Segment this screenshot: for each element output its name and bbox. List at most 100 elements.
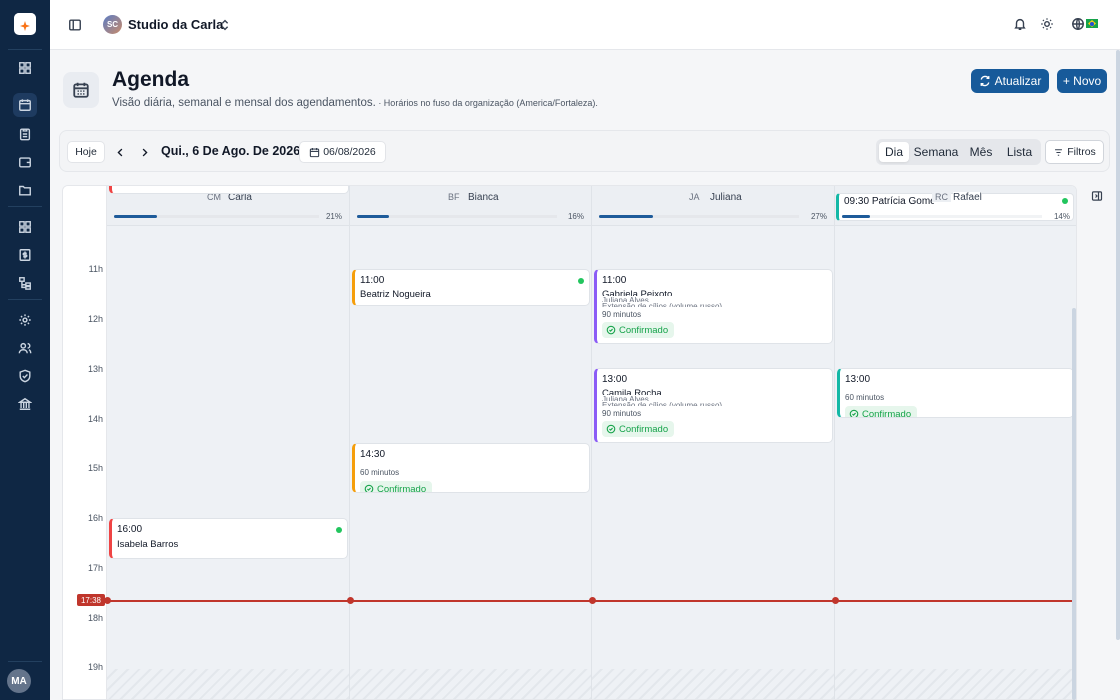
sidebar-item-security[interactable] <box>13 364 37 388</box>
appointment-client: Gabriela Peixoto <box>602 289 673 296</box>
grid-icon <box>19 62 31 74</box>
refresh-icon <box>980 75 990 87</box>
status-label: Confirmado <box>377 483 427 493</box>
status-label: Confirmado <box>862 408 912 418</box>
sidebar-item-finance[interactable] <box>13 243 37 267</box>
occupancy-fill <box>599 215 653 218</box>
hour-label: 18h <box>87 613 103 623</box>
current-time-label: 17:38 <box>77 594 105 606</box>
professional-initials: BF <box>448 192 460 202</box>
current-date: Qui., 6 De Ago. De 2026 <box>161 144 301 158</box>
status-label: Confirmado <box>619 324 669 336</box>
appointment-card[interactable]: 11:00 Gabriela Peixoto Juliana Alves Ext… <box>594 269 833 344</box>
globe-icon[interactable] <box>1068 14 1088 34</box>
chevron-updown-icon[interactable] <box>215 15 235 35</box>
status-badge: Confirmado <box>360 481 433 493</box>
hour-label: 17h <box>87 563 103 573</box>
appointment-card[interactable]: 14:30 60 minutos Confirmado <box>352 443 590 493</box>
column-carla[interactable]: CM Carla 21% 16:00 Isabela Barros <box>107 186 350 699</box>
tab-week[interactable]: Semana <box>912 142 960 162</box>
sidebar-item-wallet[interactable] <box>13 150 37 174</box>
appointment-card[interactable]: 16:00 Isabela Barros <box>109 518 348 559</box>
column-rafael[interactable]: 09:30 Patrícia Gomes RC Rafael 14% 13:00… <box>835 186 1076 699</box>
sidebar-item-hierarchy[interactable] <box>13 271 37 295</box>
day-calendar-grid: 11h 12h 13h 14h 15h 16h 17h 18h 19h CM C… <box>62 185 1077 700</box>
hour-label: 19h <box>87 662 103 672</box>
chevron-left-icon <box>116 148 122 156</box>
tab-day[interactable]: Dia <box>879 142 909 162</box>
user-avatar[interactable]: MA <box>7 669 31 693</box>
filter-icon <box>1055 148 1063 156</box>
check-circle-icon <box>364 484 374 492</box>
occupancy-percent: 14% <box>1053 212 1070 221</box>
status-dot <box>336 527 342 533</box>
occupancy-percent: 27% <box>810 212 827 221</box>
date-input-value: 06/08/2026 <box>323 146 376 158</box>
appointment-time: 14:30 <box>360 449 386 460</box>
sidebar-item-users[interactable] <box>13 336 37 360</box>
off-hours-area <box>592 669 834 699</box>
date-picker-input[interactable]: 06/08/2026 <box>299 141 386 163</box>
appointment-card-partial[interactable] <box>109 186 349 194</box>
sidebar-item-apps[interactable] <box>13 215 37 239</box>
page-subtitle: Visão diária, semanal e mensal dos agend… <box>112 97 598 109</box>
status-badge: Confirmado <box>845 406 918 418</box>
prev-day-button[interactable] <box>111 143 129 161</box>
bell-icon[interactable] <box>1010 14 1030 34</box>
refresh-label: Atualizar <box>994 74 1042 88</box>
status-dot <box>578 278 584 284</box>
tab-month[interactable]: Mês <box>964 142 998 162</box>
users-icon <box>18 342 32 354</box>
sidebar-item-dashboard[interactable] <box>13 56 37 80</box>
new-appointment-button[interactable]: + Novo <box>1057 69 1107 93</box>
tab-list[interactable]: Lista <box>1001 142 1038 162</box>
professional-initials: JA <box>689 192 700 202</box>
occupancy-fill <box>114 215 158 218</box>
appointment-card[interactable]: 11:00 Beatriz Nogueira <box>352 269 590 306</box>
page-calendar-icon <box>63 72 99 108</box>
appointment-duration: 90 minutos <box>602 310 642 319</box>
next-day-button[interactable] <box>135 143 153 161</box>
column-juliana[interactable]: JA Juliana 27% 11:00 Gabriela Peixoto Ju… <box>592 186 835 699</box>
calendar-scrollbar[interactable] <box>1072 308 1076 700</box>
appointment-duration: 60 minutos <box>360 468 400 477</box>
brazil-flag-icon[interactable] <box>1086 19 1098 28</box>
column-bianca[interactable]: BF Bianca 16% 11:00 Beatriz Nogueira 14:… <box>350 186 592 699</box>
org-name[interactable]: Studio da Carla <box>128 17 223 32</box>
sidebar-item-settings[interactable] <box>13 308 37 332</box>
panel-toggle-icon[interactable] <box>1089 188 1105 204</box>
hierarchy-icon <box>19 277 31 290</box>
professional-name: Bianca <box>468 192 499 203</box>
org-avatar[interactable]: SC <box>103 15 122 34</box>
apps-icon <box>19 221 31 233</box>
refresh-button[interactable]: Atualizar <box>971 69 1049 93</box>
sidebar-item-agenda[interactable] <box>13 93 37 117</box>
occupancy-fill <box>357 215 389 218</box>
page-scrollbar[interactable] <box>1116 50 1120 640</box>
check-circle-icon <box>849 409 859 417</box>
sidebar-item-clipboard[interactable] <box>13 122 37 146</box>
current-time-dot <box>104 597 111 604</box>
clipboard-icon <box>19 128 31 141</box>
hour-label: 13h <box>87 364 103 374</box>
occupancy-percent: 16% <box>567 212 584 221</box>
appointment-client: Isabela Barros <box>117 539 179 550</box>
calendar-logo-icon[interactable] <box>14 13 36 35</box>
filters-button[interactable]: Filtros <box>1045 140 1104 164</box>
sidebar-toggle-icon[interactable] <box>65 15 85 35</box>
hour-label: 12h <box>87 314 103 324</box>
sidebar-item-bank[interactable] <box>13 392 37 416</box>
appointment-time: 11:00 <box>360 275 385 286</box>
sun-icon[interactable] <box>1037 14 1057 34</box>
today-button[interactable]: Hoje <box>67 141 105 163</box>
appointment-duration: 60 minutos <box>845 393 885 402</box>
appointment-card[interactable]: 13:00 Camila Rocha Juliana Alves Extensã… <box>594 368 833 443</box>
appointment-card[interactable]: 13:00 60 minutos Confirmado <box>837 368 1074 418</box>
appointment-client: Beatriz Nogueira <box>360 289 431 300</box>
sidebar-item-folder[interactable] <box>13 178 37 202</box>
current-time-dot <box>347 597 354 604</box>
top-bar: SC Studio da Carla <box>50 0 1120 50</box>
subtitle-text: Visão diária, semanal e mensal dos agend… <box>112 97 376 109</box>
appointment-time: 11:00 <box>602 275 627 286</box>
occupancy-bar <box>357 215 557 218</box>
